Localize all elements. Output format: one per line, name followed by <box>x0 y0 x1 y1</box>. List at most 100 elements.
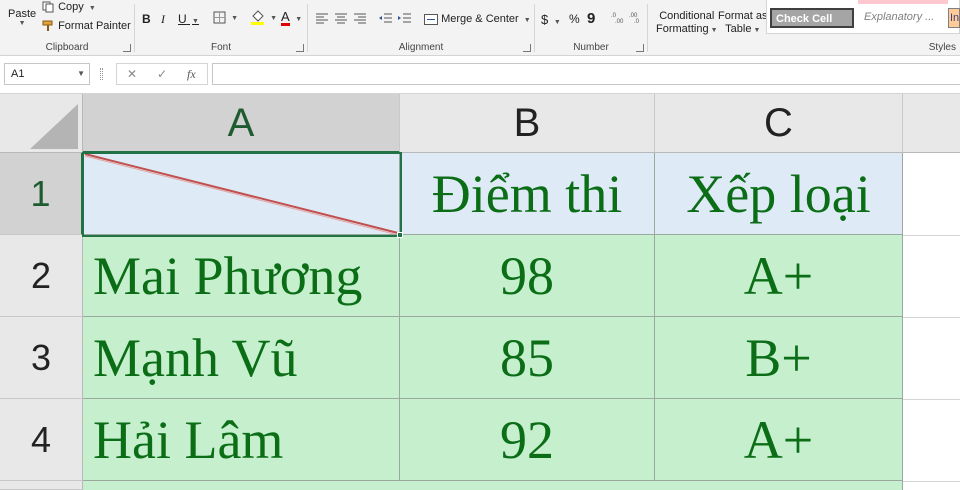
worksheet-grid: A B C 1 2 3 4 Điểm thi Xếp loại Mai Phươ… <box>0 94 960 490</box>
gridline <box>903 235 960 236</box>
decrease-decimal-icon[interactable]: .00 .0 <box>629 11 644 24</box>
clipboard-launcher-icon[interactable] <box>123 44 131 52</box>
cell-b3[interactable]: 85 <box>400 317 655 399</box>
font-color-letter: A <box>281 9 290 26</box>
select-all-triangle-icon <box>30 104 78 149</box>
cell-c3[interactable]: B+ <box>655 317 903 399</box>
cell-a1[interactable] <box>83 153 400 235</box>
alignment-launcher-icon[interactable] <box>523 44 531 52</box>
font-group: B I U ▼ ▼ ▼ A ▼ Font <box>135 0 307 56</box>
increase-decimal-icon[interactable]: .0 .00 <box>611 11 626 24</box>
gridline <box>903 399 960 400</box>
currency-dropdown-icon[interactable]: ▼ <box>554 19 561 26</box>
row-header-1[interactable]: 1 <box>0 153 83 235</box>
cell-b4[interactable]: 92 <box>400 399 655 481</box>
format-painter-button[interactable]: Format Painter <box>42 20 131 32</box>
borders-button[interactable]: ▼ <box>213 11 238 24</box>
name-box-dropdown-icon[interactable]: ▼ <box>77 64 85 84</box>
enter-icon[interactable]: ✓ <box>157 67 167 81</box>
merge-center-label: Merge & Center <box>441 13 519 25</box>
cell-a4[interactable]: Hải Lâm <box>83 399 400 481</box>
italic-button[interactable]: I <box>161 12 165 27</box>
row-header-5[interactable] <box>0 481 83 490</box>
bold-button[interactable]: B <box>142 12 151 26</box>
cell-b1[interactable]: Điểm thi <box>400 153 655 235</box>
row-5-partial[interactable] <box>83 481 903 490</box>
style-bad-swatch <box>858 0 948 4</box>
number-group-label: Number <box>573 42 609 53</box>
svg-text:.0: .0 <box>634 19 640 24</box>
format-as-table-button[interactable]: Format as Table ▼ <box>718 10 768 37</box>
styles-group-label: Styles <box>928 42 956 53</box>
diagonal-border-icon <box>84 153 399 234</box>
underline-dropdown-icon[interactable]: ▼ <box>192 18 199 25</box>
name-box-value: A1 <box>11 68 25 80</box>
styles-group: Conditional Formatting ▼ Format as Table ▼… <box>648 0 960 56</box>
select-all-corner[interactable] <box>0 94 83 153</box>
paste-label: Paste <box>8 8 37 20</box>
alignment-group-label: Alignment <box>398 42 444 53</box>
fill-color-button[interactable]: ▼ <box>250 10 277 25</box>
column-header-d[interactable] <box>903 94 960 153</box>
clipboard-group-label: Clipboard <box>45 42 89 53</box>
row-header-2[interactable]: 2 <box>0 235 83 317</box>
formula-bar-buttons: ✕ ✓ fx <box>116 63 208 85</box>
decrease-indent-icon[interactable] <box>379 13 393 24</box>
fill-color-dropdown-icon[interactable]: ▼ <box>270 15 277 22</box>
underline-button[interactable]: U ▼ <box>178 12 199 26</box>
column-header-c[interactable]: C <box>655 94 903 153</box>
align-center-icon[interactable] <box>335 13 348 24</box>
cell-c1[interactable]: Xếp loại <box>655 153 903 235</box>
merge-center-button[interactable]: Merge & Center ▼ <box>424 13 531 25</box>
cell-a3[interactable]: Mạnh Vũ <box>83 317 400 399</box>
column-header-a[interactable]: A <box>83 94 400 153</box>
style-explanatory[interactable]: Explanatory ... <box>860 8 946 28</box>
style-check-cell[interactable]: Check Cell <box>770 8 854 28</box>
row-header-4[interactable]: 4 <box>0 399 83 481</box>
row-header-3[interactable]: 3 <box>0 317 83 399</box>
font-color-button[interactable]: A ▼ <box>281 9 302 26</box>
cell-a2[interactable]: Mai Phương <box>83 235 400 317</box>
copy-label: Copy <box>58 1 84 13</box>
number-launcher-icon[interactable] <box>636 44 644 52</box>
cancel-icon[interactable]: ✕ <box>127 67 137 81</box>
column-header-b[interactable]: B <box>400 94 655 153</box>
fill-bucket-icon <box>251 10 264 25</box>
clipboard-group: Paste ▼ Copy ▼ Format Painter Clipboard <box>0 0 134 56</box>
copy-dropdown-icon[interactable]: ▼ <box>89 5 96 12</box>
comma-style-button[interactable]: 9 <box>587 10 595 27</box>
style-input[interactable]: In <box>948 8 960 28</box>
copy-icon <box>42 1 54 13</box>
conditional-formatting-button[interactable]: Conditional Formatting ▼ <box>656 10 718 37</box>
name-box[interactable]: A1 ▼ <box>4 63 90 85</box>
align-left-icon[interactable] <box>316 13 329 24</box>
cell-c2[interactable]: A+ <box>655 235 903 317</box>
formula-bar-grip[interactable] <box>100 68 103 80</box>
formula-input[interactable] <box>212 63 960 85</box>
currency-button[interactable]: $ ▼ <box>541 12 561 27</box>
fill-handle[interactable] <box>397 232 403 238</box>
format-as-table-label-1: Format as <box>718 10 768 22</box>
percent-button[interactable]: % <box>569 12 580 26</box>
paste-dropdown-icon[interactable]: ▼ <box>8 20 36 27</box>
align-right-icon[interactable] <box>354 13 367 24</box>
borders-dropdown-icon[interactable]: ▼ <box>231 15 238 22</box>
gridline <box>903 481 960 482</box>
insert-function-icon[interactable]: fx <box>187 67 196 82</box>
merge-center-dropdown-icon[interactable]: ▼ <box>524 17 531 24</box>
paste-button[interactable]: Paste ▼ <box>8 8 36 27</box>
font-launcher-icon[interactable] <box>296 44 304 52</box>
ribbon: Paste ▼ Copy ▼ Format Painter Clipboard … <box>0 0 960 56</box>
cell-b2[interactable]: 98 <box>400 235 655 317</box>
format-as-table-label-2: Table <box>725 23 752 35</box>
merge-center-icon <box>424 13 438 25</box>
font-group-label: Font <box>210 42 231 53</box>
increase-indent-icon[interactable] <box>398 13 412 24</box>
conditional-formatting-dropdown-icon[interactable]: ▼ <box>711 27 718 34</box>
copy-button[interactable]: Copy ▼ <box>42 1 96 13</box>
format-as-table-dropdown-icon[interactable]: ▼ <box>753 27 760 34</box>
cell-c4[interactable]: A+ <box>655 399 903 481</box>
formula-bar: A1 ▼ ✕ ✓ fx <box>0 56 960 94</box>
font-color-dropdown-icon[interactable]: ▼ <box>295 16 302 23</box>
currency-label: $ <box>541 12 549 27</box>
